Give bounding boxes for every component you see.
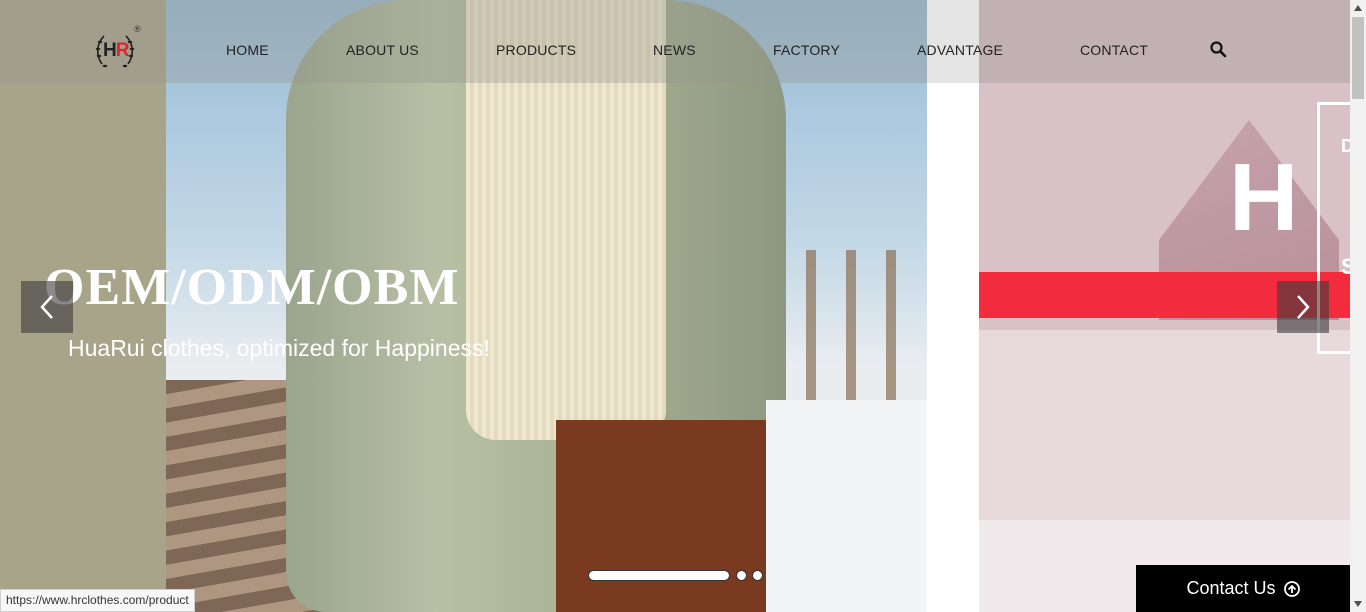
scroll-up-button[interactable] — [1350, 0, 1366, 16]
hero-title: OEM/ODM/OBM — [44, 259, 460, 316]
logo[interactable]: HR — [92, 28, 138, 74]
nav-advantage[interactable]: ADVANTAGE — [917, 42, 1003, 58]
nav-news[interactable]: NEWS — [653, 42, 696, 58]
logo-registered-mark: ® — [134, 24, 141, 34]
next-slide-frame-bottom: S — [1341, 254, 1350, 279]
status-bar-url: https://www.hrclothes.com/product — [0, 589, 195, 612]
hero-subtitle: HuaRui clothes, optimized for Happiness! — [68, 335, 490, 361]
logo-text: HR — [103, 40, 129, 61]
next-slide-frame-top: D — [1341, 136, 1350, 156]
carousel-prev-button[interactable] — [21, 281, 73, 333]
building — [979, 330, 1350, 530]
next-slide-letter: H — [1229, 144, 1299, 251]
nav-products[interactable]: PRODUCTS — [496, 42, 576, 58]
arrow-up-circle-icon — [1283, 580, 1300, 597]
pagination-active[interactable] — [588, 570, 730, 581]
caret-up-icon — [1354, 5, 1362, 11]
scrollbar-thumb[interactable] — [1352, 17, 1364, 99]
pagination-dot-2[interactable] — [736, 570, 747, 581]
chevron-left-icon — [40, 295, 53, 319]
contact-us-label: Contact Us — [1186, 578, 1276, 598]
contact-us-button[interactable]: Contact Us — [1136, 565, 1350, 612]
photo-pants — [556, 420, 766, 612]
caret-down-icon — [1354, 601, 1362, 607]
scroll-down-button[interactable] — [1350, 596, 1366, 612]
search-icon[interactable] — [1209, 40, 1227, 58]
carousel-next-button[interactable] — [1277, 281, 1329, 333]
nav-home[interactable]: HOME — [226, 42, 269, 58]
pagination-dot-3[interactable] — [752, 570, 763, 581]
photo-snow — [766, 400, 927, 612]
nav-factory[interactable]: FACTORY — [773, 42, 840, 58]
nav-contact[interactable]: CONTACT — [1080, 42, 1148, 58]
slide-gap — [927, 0, 979, 612]
chevron-right-icon — [1297, 295, 1310, 319]
nav-about-us[interactable]: ABOUT US — [346, 42, 419, 58]
